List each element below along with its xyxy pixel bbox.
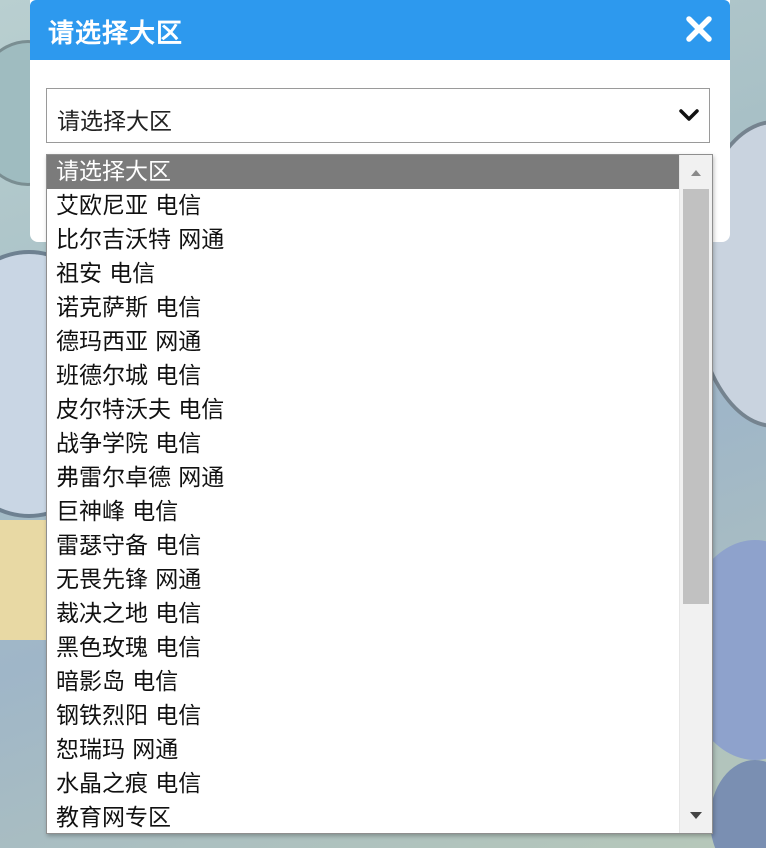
region-dropdown-list: 请选择大区 艾欧尼亚 电信 比尔吉沃特 网通 祖安 电信 诺克萨斯 电信 德玛西亚 网通班… <box>46 154 713 834</box>
dialog-title: 请选择大区 <box>48 19 184 49</box>
option-item[interactable]: 恕瑞玛 网通 <box>47 733 679 767</box>
dialog-header: 请选择大区 <box>30 0 730 60</box>
option-item[interactable]: 艾欧尼亚 电信 <box>47 189 679 223</box>
option-item[interactable]: 比尔吉沃特 网通 <box>47 223 679 257</box>
option-item[interactable]: 班德尔城 电信 <box>47 359 679 393</box>
scroll-up-arrow-icon <box>691 170 701 176</box>
scrollbar[interactable] <box>679 155 712 833</box>
option-item[interactable]: 巨神峰 电信 <box>47 495 679 529</box>
region-select[interactable]: 请选择大区 <box>46 88 710 143</box>
select-value: 请选择大区 <box>57 109 172 135</box>
option-item[interactable]: 裁决之地 电信 <box>47 597 679 631</box>
chevron-down-icon <box>679 108 699 124</box>
option-item[interactable]: 无畏先锋 网通 <box>47 563 679 597</box>
option-item[interactable]: 战争学院 电信 <box>47 427 679 461</box>
option-item[interactable]: 雷瑟守备 电信 <box>47 529 679 563</box>
option-item[interactable]: 弗雷尔卓德 网通 <box>47 461 679 495</box>
background-shape <box>710 760 766 848</box>
option-item[interactable]: 德玛西亚 网通 <box>47 325 679 359</box>
scroll-down-button[interactable] <box>680 799 712 833</box>
option-selected[interactable]: 请选择大区 <box>47 155 679 189</box>
option-item[interactable]: 水晶之痕 电信 <box>47 767 679 801</box>
option-item[interactable]: 钢铁烈阳 电信 <box>47 699 679 733</box>
scroll-down-arrow-icon <box>690 812 702 819</box>
option-item[interactable]: 祖安 电信 <box>47 257 679 291</box>
scroll-up-button[interactable] <box>680 155 712 189</box>
option-item[interactable]: 暗影岛 电信 <box>47 665 679 699</box>
option-item[interactable]: 诺克萨斯 电信 <box>47 291 679 325</box>
option-item[interactable]: 皮尔特沃夫 电信 <box>47 393 679 427</box>
option-item[interactable]: 黑色玫瑰 电信 <box>47 631 679 665</box>
close-button[interactable] <box>682 12 716 46</box>
option-item[interactable]: 教育网专区 <box>47 801 679 833</box>
options-list: 请选择大区 艾欧尼亚 电信 比尔吉沃特 网通 祖安 电信 诺克萨斯 电信 德玛西亚 网通班… <box>47 155 679 833</box>
scrollbar-thumb[interactable] <box>683 189 709 604</box>
close-icon <box>686 16 712 42</box>
